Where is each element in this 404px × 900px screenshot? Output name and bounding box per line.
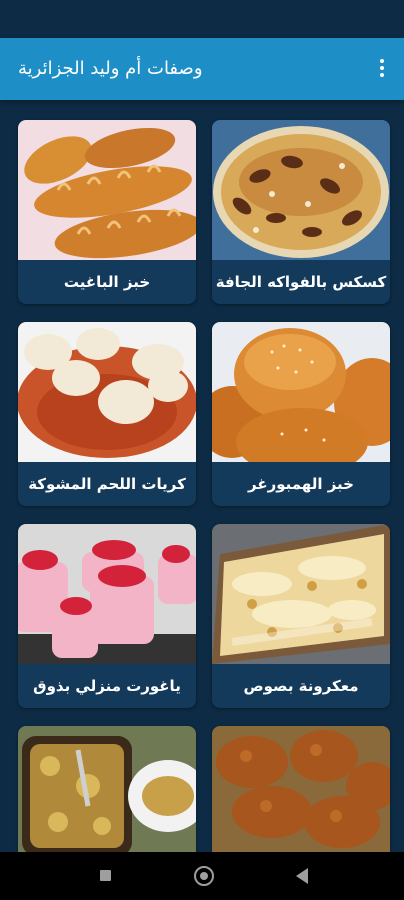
recipe-card[interactable]: خبز الهمبورغر [212,322,390,506]
home-button[interactable] [174,852,234,900]
app-bar: وصفات أم وليد الجزائرية [0,38,404,100]
recipe-card[interactable]: معكرونة بصوص [212,524,390,708]
recipe-card[interactable] [212,726,390,852]
recipe-image [212,120,390,260]
back-triangle-icon [296,868,308,884]
recents-square-icon [100,870,111,881]
recipe-label: ياغورت منزلي بذوق [33,677,181,695]
recipe-image [18,524,196,664]
recipe-card[interactable] [18,726,196,852]
recipe-image [212,524,390,664]
recipe-label: كريات اللحم المشوكة [28,475,186,493]
recents-button[interactable] [76,852,136,900]
home-circle-icon [194,866,214,886]
overflow-menu-icon[interactable] [374,57,390,81]
recipe-label: خبز الهمبورغر [248,475,354,493]
app-title: وصفات أم وليد الجزائرية [18,58,203,79]
recipe-card[interactable]: كسكس بالفواكه الجافة [212,120,390,304]
system-nav-bar [0,852,404,900]
recipe-label: معكرونة بصوص [243,677,359,695]
recipe-image [212,322,390,462]
recipe-image [18,726,196,852]
recipe-card[interactable]: ياغورت منزلي بذوق [18,524,196,708]
recipe-card[interactable]: كريات اللحم المشوكة [18,322,196,506]
recipe-grid: كسكس بالفواكه الجافة خبز الباغيت خبز اله… [0,100,404,852]
recipe-label: كسكس بالفواكه الجافة [215,273,387,291]
back-button[interactable] [272,852,332,900]
status-bar [0,0,404,38]
recipe-image [18,322,196,462]
recipe-image [18,120,196,260]
recipe-image [212,726,390,852]
recipe-card[interactable]: خبز الباغيت [18,120,196,304]
recipe-label: خبز الباغيت [63,273,151,291]
